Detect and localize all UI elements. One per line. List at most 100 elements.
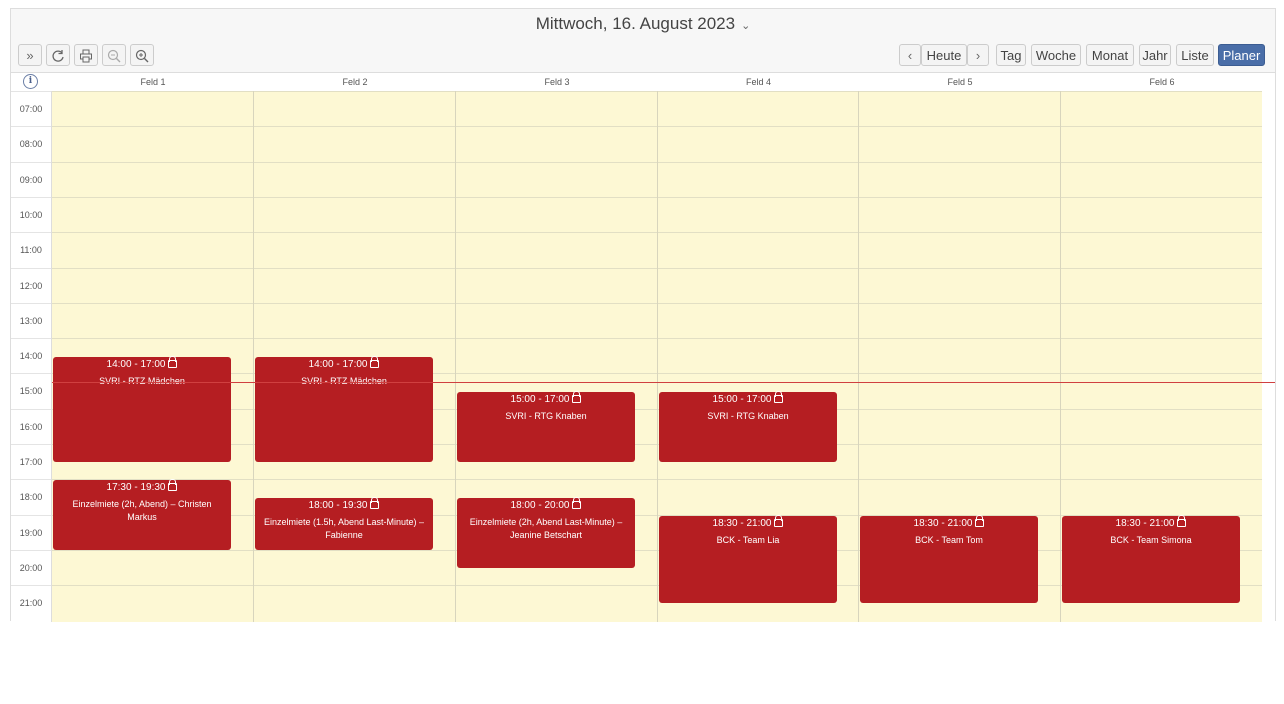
planner-area[interactable]: 14:00 - 17:00 SVRI - RTZ Mädchen 14:00 - 1… [52,91,1262,622]
lock-icon [1177,514,1187,527]
view-list-button[interactable]: Liste [1176,44,1214,66]
calendar-frame: Mittwoch, 16. August 2023 ⌄ » ‹ Heute › T… [10,8,1276,704]
event-time-text: 18:30 - 21:00 [712,517,772,529]
view-planner-button[interactable]: Planer [1218,44,1265,66]
event-time-text: 15:00 - 17:00 [712,394,772,406]
zoom-out-button[interactable] [102,44,126,66]
planner-grid: 07:00 08:00 09:00 10:00 11:00 12:00 13:00 14:00… [11,91,1275,704]
expand-icon: » [26,48,34,63]
column-header-feld-5: Feld 5 [947,77,973,87]
time-label: 09:00 [11,161,51,197]
time-label: 10:00 [11,196,51,232]
calendar-event[interactable]: 14:00 - 17:00 SVRI - RTZ Mädchen [53,355,231,462]
lock-icon [774,514,784,527]
refresh-icon [52,50,64,62]
print-icon [80,49,92,63]
time-label: 15:00 [11,373,51,408]
event-time: 18:30 - 21:00 [1068,514,1234,529]
time-label: 08:00 [11,126,51,161]
event-time-text: 14:00 - 17:00 [106,358,166,370]
event-time-text: 18:00 - 19:30 [308,499,368,511]
time-label: 07:00 [11,91,51,126]
column-divider [455,91,456,622]
print-button[interactable] [74,44,98,66]
event-time: 14:00 - 17:00 [59,355,225,370]
view-month-button[interactable]: Monat [1086,44,1134,66]
time-label: 18:00 [11,479,51,514]
lock-icon [975,514,985,527]
event-time: 18:00 - 20:00 [463,496,629,511]
event-title: SVRI - RTG Knaben [707,411,789,422]
event-title: Einzelmiete (1.5h, Abend Last-Minute) – … [263,516,425,540]
zoom-out-icon [107,49,121,63]
event-time-text: 18:30 - 21:00 [1115,517,1175,529]
event-time: 14:00 - 17:00 [261,355,427,370]
event-title: BCK - Team Simona [1110,534,1192,545]
lock-icon [774,391,784,404]
column-header-feld-1: Feld 1 [140,77,166,87]
event-time-text: 14:00 - 17:00 [308,358,368,370]
lock-icon [370,355,380,368]
calendar-event[interactable]: 17:30 - 19:30 Einzelmiete (2h, Abend) – C… [53,479,231,550]
calendar-event[interactable]: 18:30 - 21:00 BCK - Team Simona [1062,514,1240,603]
calendar-event[interactable]: 18:00 - 19:30 Einzelmiete (1.5h, Abend La… [255,496,433,550]
calendar-event[interactable]: 15:00 - 17:00 SVRI - RTG Knaben [457,391,635,462]
date-title[interactable]: Mittwoch, 16. August 2023 ⌄ [11,9,1275,39]
prev-button[interactable]: ‹ [899,44,921,66]
column-divider [657,91,658,622]
chevron-right-icon: › [975,48,981,63]
view-year-button[interactable]: Jahr [1139,44,1171,66]
lock-icon [168,479,178,492]
today-button[interactable]: Heute [921,44,967,66]
zoom-in-button[interactable] [130,44,154,66]
event-time: 17:30 - 19:30 [59,479,225,493]
time-label: 19:00 [11,514,51,550]
lock-icon [168,355,178,368]
event-time: 15:00 - 17:00 [665,391,831,406]
event-time: 18:00 - 19:30 [261,496,427,511]
event-time-text: 15:00 - 17:00 [510,394,570,406]
calendar-event[interactable]: 15:00 - 17:00 SVRI - RTG Knaben [659,391,837,462]
event-title: Einzelmiete (2h, Abend Last-Minute) – Je… [469,516,623,540]
event-title: BCK - Team Tom [915,534,983,545]
lock-icon [572,496,582,509]
info-icon[interactable]: i [23,74,38,89]
time-label: 20:00 [11,549,51,585]
view-week-button[interactable]: Woche [1031,44,1081,66]
column-divider [1060,91,1061,622]
lock-icon [370,496,380,509]
expand-button[interactable]: » [18,44,42,66]
event-time: 18:30 - 21:00 [665,514,831,529]
refresh-button[interactable] [46,44,70,66]
event-title: Einzelmiete (2h, Abend) – Christen Marku… [72,499,212,523]
chevron-left-icon: ‹ [907,48,913,63]
column-header-feld-3: Feld 3 [544,77,570,87]
lock-icon [572,391,582,404]
chevron-down-icon: ⌄ [741,20,751,32]
time-label: 12:00 [11,267,51,303]
time-label: 16:00 [11,408,51,444]
column-divider [858,91,859,622]
time-label: 11:00 [11,232,51,267]
calendar-event[interactable]: 18:30 - 21:00 BCK - Team Tom [860,514,1038,603]
column-header-row: i Feld 1 Feld 2 Feld 3 Feld 4 Feld 5 Fel… [11,72,1275,92]
time-label: 21:00 [11,585,51,620]
column-header-feld-6: Feld 6 [1149,77,1175,87]
calendar-event[interactable]: 18:00 - 20:00 Einzelmiete (2h, Abend Last… [457,496,635,568]
event-title: SVRI - RTG Knaben [505,411,587,422]
column-divider [253,91,254,622]
event-time-text: 18:00 - 20:00 [510,499,570,511]
time-label: 17:00 [11,444,51,479]
time-label: 14:00 [11,338,51,373]
zoom-in-icon [135,49,149,63]
event-time-text: 18:30 - 21:00 [913,517,973,529]
time-label: 13:00 [11,302,51,338]
scrollbar-gutter [1263,173,1275,704]
view-day-button[interactable]: Tag [996,44,1026,66]
next-button[interactable]: › [967,44,989,66]
event-time: 18:30 - 21:00 [866,514,1032,529]
event-title: BCK - Team Lia [716,534,780,545]
calendar-event[interactable]: 18:30 - 21:00 BCK - Team Lia [659,514,837,603]
calendar-event[interactable]: 14:00 - 17:00 SVRI - RTZ Mädchen [255,355,433,462]
date-title-text: Mittwoch, 16. August 2023 [535,14,736,33]
